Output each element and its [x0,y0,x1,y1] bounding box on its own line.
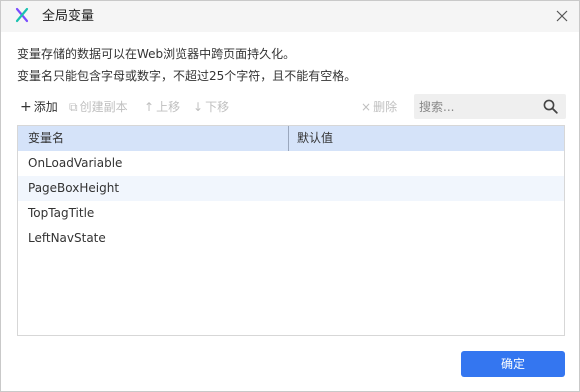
table-row[interactable]: TopTagTitle [18,201,564,226]
app-logo-icon [15,7,29,23]
table-row[interactable]: PageBoxHeight [18,176,564,201]
arrow-down-icon: ↓ [193,100,204,114]
column-header-default[interactable]: 默认值 [297,126,333,151]
description-line-2: 变量名只能包含字母或数字，不超过25个字符，且不能有空格。 [17,69,357,83]
arrow-up-icon: ↑ [144,100,155,114]
global-variables-dialog: 全局变量 变量存储的数据可以在Web浏览器中跨页面持久化。 变量名只能包含字母或… [0,0,580,392]
table-header: 变量名 默认值 [18,126,564,151]
table-row[interactable]: OnLoadVariable [18,151,564,176]
delete-label: 删除 [373,100,398,114]
add-label: 添加 [33,100,58,114]
duplicate-label: 创建副本 [79,100,128,114]
table-row[interactable]: LeftNavState [18,226,564,251]
duplicate-button[interactable]: ⧉ 创建副本 [69,99,128,115]
move-down-button[interactable]: ↓ 下移 [193,99,229,115]
column-resize-handle[interactable] [288,126,289,151]
variable-name-cell: LeftNavState [28,231,106,245]
copy-icon: ⧉ [69,100,78,114]
move-up-button[interactable]: ↑ 上移 [144,99,180,115]
close-icon[interactable] [554,8,570,24]
delete-x-icon: × [361,100,372,114]
search-box [414,94,566,119]
add-button[interactable]: + 添加 [20,99,58,115]
column-header-name[interactable]: 变量名 [28,126,64,151]
search-input[interactable] [419,94,537,119]
ok-button[interactable]: 确定 [461,351,565,377]
search-icon[interactable] [543,99,558,114]
move-up-label: 上移 [156,100,181,114]
delete-button[interactable]: × 删除 [361,99,397,115]
variables-table: 变量名 默认值 OnLoadVariable PageBoxHeight Top… [17,125,565,336]
variable-name-cell: OnLoadVariable [28,156,123,170]
plus-icon: + [20,99,32,115]
move-down-label: 下移 [205,100,230,114]
title-bar: 全局变量 [1,1,579,32]
description-line-1: 变量存储的数据可以在Web浏览器中跨页面持久化。 [17,47,296,61]
dialog-title: 全局变量 [42,9,95,24]
variable-name-cell: TopTagTitle [28,206,95,220]
variable-name-cell: PageBoxHeight [28,181,120,195]
